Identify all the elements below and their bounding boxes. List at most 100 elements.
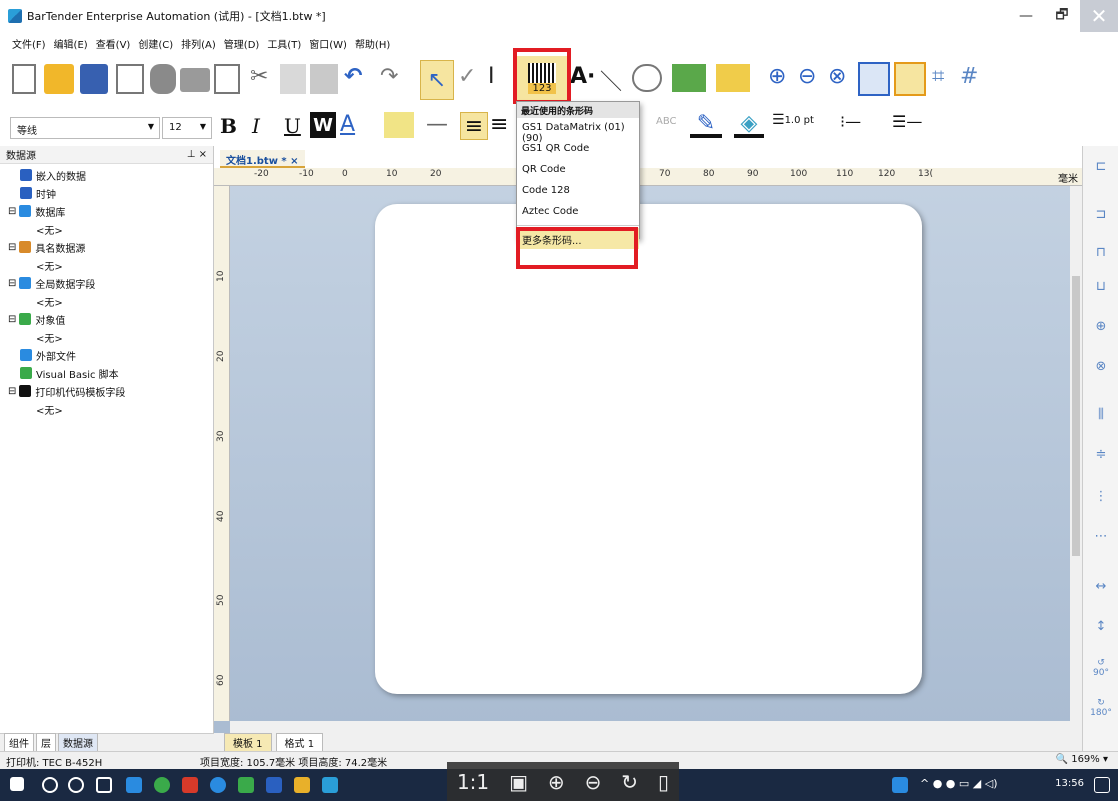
underline-button[interactable]: U <box>284 114 301 138</box>
font-color-button[interactable]: A <box>340 112 355 137</box>
select-pointer-icon[interactable]: ↖ <box>420 60 454 100</box>
align-left-button[interactable]: ≡ <box>460 112 488 140</box>
align-center-h-icon[interactable]: ⊕ <box>1091 316 1111 336</box>
center-page-v-icon[interactable]: ⋯ <box>1091 526 1111 546</box>
menu-item-aztec-code[interactable]: Aztec Code <box>517 202 639 223</box>
picture-tool-icon[interactable] <box>672 64 706 92</box>
print-preview-icon[interactable] <box>214 64 240 94</box>
copy-icon[interactable] <box>280 64 306 94</box>
tree-toggle-icon[interactable]: ⊟ <box>8 278 16 289</box>
pan-tool-icon[interactable]: ✓ <box>458 64 476 89</box>
menu-view[interactable]: 查看(V) <box>96 36 131 51</box>
grid-icon[interactable]: # <box>960 64 978 89</box>
print-icon[interactable] <box>180 68 210 92</box>
snap-grid-icon[interactable]: ⌗ <box>932 64 944 89</box>
save-icon[interactable] <box>80 64 108 94</box>
app-icon-5[interactable] <box>238 777 254 793</box>
tree-item[interactable]: <无> <box>8 292 213 310</box>
pin-icon[interactable]: ⊥ <box>187 149 196 160</box>
abc-button[interactable]: ABC <box>656 116 677 127</box>
app-icon-6[interactable] <box>266 777 282 793</box>
folder-icon[interactable] <box>294 777 310 793</box>
highlight-icon[interactable] <box>384 112 414 138</box>
reverse-text-button[interactable]: W <box>310 112 336 138</box>
minimize-button[interactable]: — <box>1008 0 1044 32</box>
rfid-tool-icon[interactable] <box>716 64 750 92</box>
tab-components[interactable]: 组件 <box>4 733 34 752</box>
tree-item[interactable]: 外部文件 <box>8 346 213 364</box>
rotate-icon[interactable]: ↻ <box>621 770 638 794</box>
align-rule-icon[interactable]: — <box>426 112 448 137</box>
tree-toggle-icon[interactable]: ⊟ <box>8 386 16 397</box>
undo-icon[interactable]: ↶ <box>344 64 362 89</box>
menu-tools[interactable]: 工具(T) <box>267 36 301 51</box>
tree-item[interactable]: <无> <box>8 400 213 418</box>
cut-icon[interactable]: ✂ <box>250 64 268 89</box>
align-center-v-icon[interactable]: ⊗ <box>1091 356 1111 376</box>
menu-arrange[interactable]: 排列(A) <box>181 36 216 51</box>
rotate-180-button[interactable]: ↻ 180° <box>1090 698 1112 718</box>
tray-app-icon[interactable] <box>892 777 908 793</box>
line-color-icon[interactable]: ✎ <box>690 111 722 138</box>
menu-file[interactable]: 文件(F) <box>12 36 46 51</box>
zoom-fit-icon[interactable]: ⊗ <box>828 64 846 89</box>
align-top-icon[interactable]: ⊓ <box>1091 242 1111 262</box>
bartender-taskbar-icon[interactable] <box>322 777 338 793</box>
actual-size-button[interactable]: 1:1 <box>457 770 489 794</box>
app-icon-1[interactable] <box>126 777 142 793</box>
menu-edit[interactable]: 编辑(E) <box>54 36 88 51</box>
distribute-h-icon[interactable]: ⫼ <box>1091 404 1111 424</box>
cortana-icon[interactable] <box>68 777 84 793</box>
align-left-icon[interactable]: ⊏ <box>1091 156 1111 176</box>
tree-item[interactable]: <无> <box>8 220 213 238</box>
fill-color-icon[interactable]: ◈ <box>734 111 764 138</box>
line-style-select[interactable]: ⁝— <box>840 112 861 131</box>
tab-template-1[interactable]: 模板 1 <box>224 732 272 752</box>
same-height-icon[interactable]: ↕ <box>1091 616 1111 636</box>
redo-icon[interactable]: ↷ <box>380 64 398 89</box>
align-bottom-icon[interactable]: ⊔ <box>1091 276 1111 296</box>
same-width-icon[interactable]: ↔ <box>1091 576 1111 596</box>
menu-create[interactable]: 创建(C) <box>138 36 173 51</box>
tree-item[interactable]: ⊟ 全局数据字段 <box>8 274 213 292</box>
close-button[interactable]: ✕ <box>1080 0 1118 32</box>
horizontal-scrollbar[interactable] <box>230 721 1082 733</box>
open-folder-icon[interactable] <box>44 64 74 94</box>
shape-tool-icon[interactable] <box>632 64 662 92</box>
tray-icons[interactable]: ^ ● ● ▭ ◢ ◁) <box>920 777 998 790</box>
menu-item-code-128[interactable]: Code 128 <box>517 181 639 202</box>
tree-item[interactable]: ⊟ 对象值 <box>8 310 213 328</box>
tree-item[interactable]: 嵌入的数据 <box>8 166 213 184</box>
app-icon-4[interactable] <box>210 777 226 793</box>
tree-item[interactable]: <无> <box>8 328 213 346</box>
notification-icon[interactable] <box>1094 777 1110 793</box>
tree-item[interactable]: ⊟ 具名数据源 <box>8 238 213 256</box>
app-icon-3[interactable] <box>182 777 198 793</box>
border-style-select[interactable]: ☰— <box>892 112 922 131</box>
fit-screen-icon[interactable]: ▣ <box>509 770 528 794</box>
menu-window[interactable]: 窗口(W) <box>309 36 347 51</box>
align-center-button[interactable]: ≡ <box>490 112 508 137</box>
zoom-out-icon[interactable]: ⊖ <box>798 64 816 89</box>
center-page-h-icon[interactable]: ⋮ <box>1091 486 1111 506</box>
tree-item[interactable]: Visual Basic 脚本 <box>8 364 213 382</box>
windows-start-icon[interactable] <box>10 777 24 791</box>
tab-data-sources[interactable]: 数据源 <box>58 733 98 752</box>
tree-toggle-icon[interactable]: ⊟ <box>8 206 16 217</box>
italic-button[interactable]: I <box>252 114 260 138</box>
viewer-zoom-in-icon[interactable]: ⊕ <box>548 770 565 794</box>
viewer-zoom-out-icon[interactable]: ⊖ <box>585 770 602 794</box>
panel-close-icon[interactable]: × <box>199 149 207 160</box>
menu-item-gs1-datamatrix[interactable]: GS1 DataMatrix (01)(90) <box>517 118 639 144</box>
distribute-v-icon[interactable]: ≑ <box>1091 444 1111 464</box>
zoom-level[interactable]: 🔍 169% ▾ <box>1056 754 1108 765</box>
menu-manage[interactable]: 管理(D) <box>224 36 260 51</box>
document-tab[interactable]: 文档1.btw * × <box>220 150 305 168</box>
vertical-scrollbar[interactable] <box>1070 186 1082 721</box>
zoom-page-icon[interactable] <box>858 62 890 96</box>
printer-status[interactable]: 打印机: TEC B-452H <box>6 754 102 769</box>
tab-layers[interactable]: 层 <box>36 733 56 752</box>
align-right-icon[interactable]: ⊐ <box>1091 204 1111 224</box>
app-icon-2[interactable] <box>154 777 170 793</box>
task-view-icon[interactable] <box>96 777 112 793</box>
